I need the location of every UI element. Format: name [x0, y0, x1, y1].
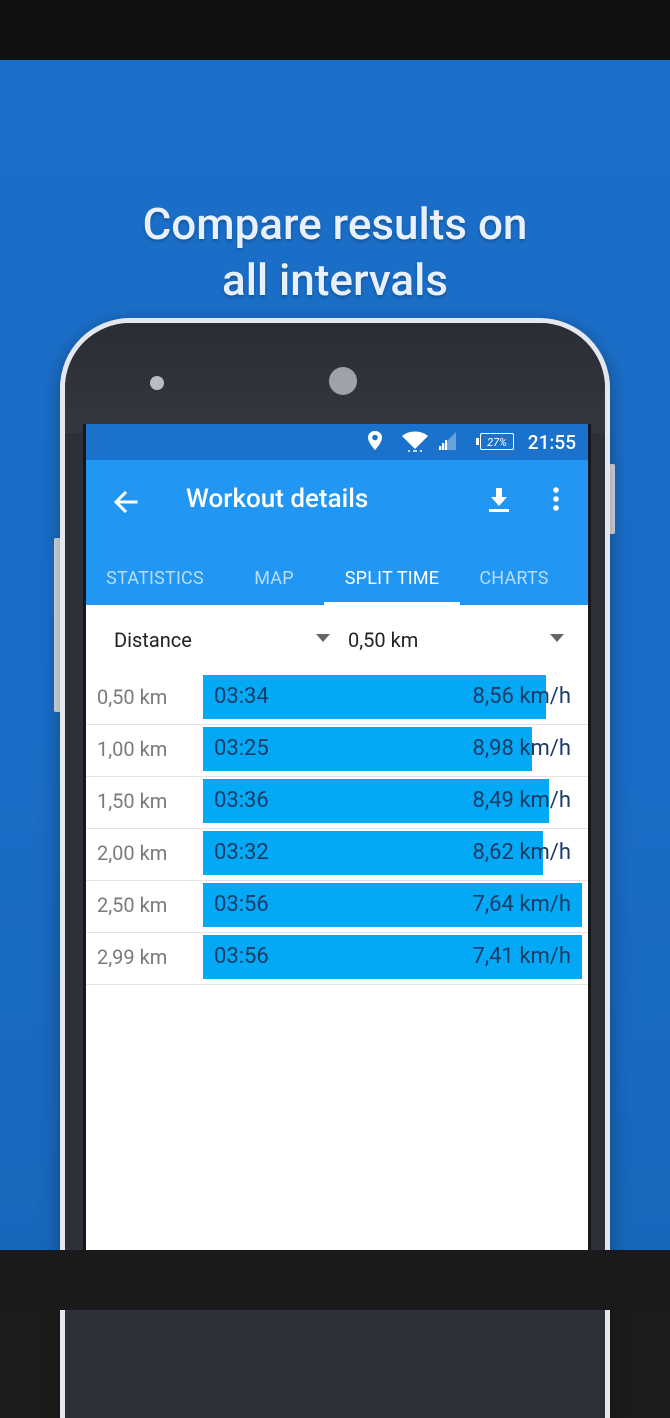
- split-row: 1,50 km 03:36 8,49 km/h: [86, 777, 588, 829]
- phone-sensor: [150, 376, 164, 390]
- promo-headline: Compare results on all intervals: [0, 196, 670, 308]
- phone-camera: [329, 367, 357, 395]
- split-speed: 7,41 km/h: [472, 944, 571, 969]
- split-speed: 8,56 km/h: [472, 684, 571, 709]
- split-row: 2,99 km 03:56 7,41 km/h: [86, 933, 588, 985]
- split-speed: 8,49 km/h: [472, 788, 571, 813]
- status-bar: 27% 21:55: [86, 424, 588, 460]
- split-time: 03:56: [214, 892, 269, 917]
- split-speed: 7,64 km/h: [472, 892, 571, 917]
- page-title: Workout details: [186, 484, 369, 514]
- split-interval-dropdown[interactable]: 0,50 km: [348, 628, 418, 652]
- promo-headline-line2: all intervals: [221, 254, 449, 306]
- split-row: 0,50 km 03:34 8,56 km/h: [86, 673, 588, 725]
- split-time: 03:32: [214, 840, 269, 865]
- split-distance: 2,50 km: [97, 893, 168, 917]
- dropdown-arrow-icon[interactable]: [316, 634, 330, 642]
- split-time: 03:36: [214, 788, 269, 813]
- signal-icon: [438, 432, 456, 450]
- split-distance: 1,00 km: [97, 737, 168, 761]
- split-distance: 1,50 km: [97, 789, 168, 813]
- split-time: 03:25: [214, 736, 269, 761]
- battery-indicator: 27%: [476, 433, 514, 450]
- split-distance: 2,00 km: [97, 841, 168, 865]
- location-icon: [368, 431, 382, 450]
- wifi-icon: [402, 431, 428, 452]
- split-list: 0,50 km 03:34 8,56 km/h 1,00 km 03:25 8,…: [86, 673, 588, 985]
- phone-screen: 27% 21:55 Workout details STATISTICS MAP…: [83, 424, 591, 1254]
- split-time: 03:34: [214, 684, 269, 709]
- app-bar: Workout details STATISTICS MAP SPLIT TIM…: [86, 460, 588, 605]
- split-filter-row: Distance 0,50 km: [86, 605, 588, 673]
- tab-bar: STATISTICS MAP SPLIT TIME CHARTS: [86, 562, 588, 605]
- top-bezel-bar: [0, 0, 670, 60]
- more-vert-icon[interactable]: [544, 484, 568, 516]
- split-row: 1,00 km 03:25 8,98 km/h: [86, 725, 588, 777]
- split-time: 03:56: [214, 944, 269, 969]
- split-type-dropdown[interactable]: Distance: [114, 628, 192, 652]
- split-speed: 8,62 km/h: [472, 840, 571, 865]
- split-row: 2,00 km 03:32 8,62 km/h: [86, 829, 588, 881]
- split-distance: 2,99 km: [97, 945, 168, 969]
- dropdown-arrow-icon[interactable]: [550, 634, 564, 642]
- split-distance: 0,50 km: [97, 685, 168, 709]
- promo-headline-line1: Compare results on: [142, 198, 528, 250]
- split-speed: 8,98 km/h: [472, 736, 571, 761]
- bottom-bezel-bar: [0, 1250, 670, 1310]
- status-time: 21:55: [527, 431, 576, 454]
- download-icon[interactable]: [484, 484, 514, 516]
- back-arrow-icon[interactable]: [108, 484, 144, 520]
- split-row: 2,50 km 03:56 7,64 km/h: [86, 881, 588, 933]
